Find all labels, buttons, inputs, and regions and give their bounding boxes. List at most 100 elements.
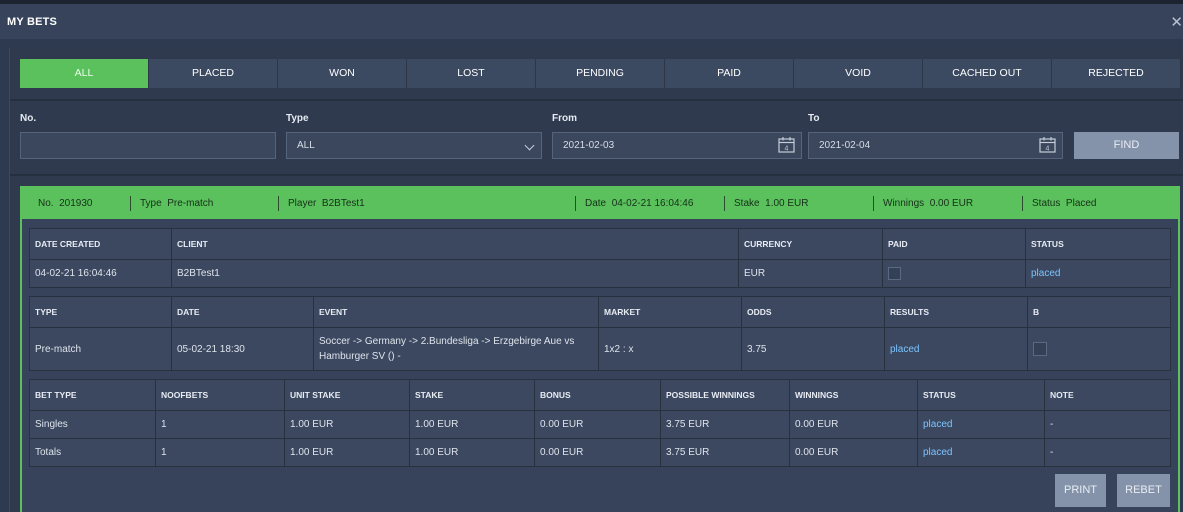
b-cell <box>1027 327 1171 371</box>
status-link[interactable]: placed <box>923 447 952 458</box>
column-header: STAKE <box>409 379 535 411</box>
bet-type-cell: Totals <box>29 438 156 467</box>
column-header: EVENT <box>313 296 599 328</box>
tab-won[interactable]: WON <box>278 59 407 88</box>
paid-cell <box>882 259 1026 288</box>
tab-all[interactable]: ALL <box>20 59 149 88</box>
status-cell: placed <box>917 438 1045 467</box>
unit-stake-cell: 1.00 EUR <box>284 438 410 467</box>
column-header: RESULTS <box>884 296 1028 328</box>
column-header: MARKET <box>598 296 742 328</box>
print-button[interactable]: PRINT <box>1055 474 1106 507</box>
separator <box>1022 196 1023 211</box>
bet-status: Status Placed <box>1032 198 1097 209</box>
table-row: Singles 1 1.00 EUR 1.00 EUR 0.00 EUR 3.7… <box>29 410 1171 439</box>
status-tabs: ALL PLACED WON LOST PENDING PAID VOID CA… <box>20 59 1181 88</box>
from-date-input[interactable]: 2021-02-03 4 <box>552 132 802 159</box>
winnings-cell: 0.00 EUR <box>789 438 918 467</box>
stake-cell: 1.00 EUR <box>409 410 535 439</box>
summary-table: DATE CREATED CLIENT CURRENCY PAID STATUS… <box>29 228 1171 288</box>
events-table: TYPE DATE EVENT MARKET ODDS RESULTS B Pr… <box>29 296 1171 371</box>
tab-pending[interactable]: PENDING <box>536 59 665 88</box>
bet-type: Type Pre-match <box>140 198 214 209</box>
column-header: DATE <box>171 296 314 328</box>
bet-types-table: BET TYPE NOOFBETS UNIT STAKE STAKE BONUS… <box>29 379 1171 467</box>
possible-winnings-cell: 3.75 EUR <box>660 410 790 439</box>
to-date-input[interactable]: 2021-02-04 4 <box>808 132 1063 159</box>
client-cell: B2BTest1 <box>171 259 739 288</box>
column-header: POSSIBLE WINNINGS <box>660 379 790 411</box>
bet-date: Date 04-02-21 16:04:46 <box>585 198 694 209</box>
noofbets-cell: 1 <box>155 410 285 439</box>
status-link[interactable]: placed <box>1031 268 1060 279</box>
results-cell: placed <box>884 327 1028 371</box>
find-button[interactable]: FIND <box>1074 132 1179 159</box>
column-header: WINNINGS <box>789 379 918 411</box>
bonus-cell: 0.00 EUR <box>534 410 661 439</box>
bet-header[interactable]: No. 201930 Type Pre-match Player B2BTest… <box>22 188 1178 219</box>
winnings-cell: 0.00 EUR <box>789 410 918 439</box>
window-title: MY BETS <box>7 16 58 28</box>
column-header: NOTE <box>1044 379 1171 411</box>
note-cell: - <box>1044 410 1171 439</box>
market-cell: 1x2 : x <box>598 327 742 371</box>
tab-cached-out[interactable]: CACHED OUT <box>923 59 1052 88</box>
results-link[interactable]: placed <box>890 344 919 355</box>
date-created-cell: 04-02-21 16:04:46 <box>29 259 172 288</box>
bet-player: Player B2BTest1 <box>288 198 365 209</box>
column-header: UNIT STAKE <box>284 379 410 411</box>
type-label: Type <box>286 113 309 124</box>
bet-winnings: Winnings 0.00 EUR <box>883 198 974 209</box>
from-date-value: 2021-02-03 <box>563 140 615 151</box>
divider <box>10 99 1183 101</box>
event-line: Hamburger SV () - <box>319 351 401 362</box>
event-cell: Soccer -> Germany -> 2.Bundesliga -> Erz… <box>313 327 599 371</box>
bet-number-input[interactable] <box>20 132 276 159</box>
tab-paid[interactable]: PAID <box>665 59 794 88</box>
column-header: NOOFBETS <box>155 379 285 411</box>
column-header: TYPE <box>29 296 172 328</box>
table-row: Totals 1 1.00 EUR 1.00 EUR 0.00 EUR 3.75… <box>29 438 1171 467</box>
paid-checkbox[interactable] <box>888 267 901 280</box>
rebet-button[interactable]: REBET <box>1117 474 1170 507</box>
calendar-icon[interactable]: 4 <box>778 136 795 153</box>
bet-type-cell: Singles <box>29 410 156 439</box>
status-cell: placed <box>917 410 1045 439</box>
type-select[interactable]: ALL <box>286 132 542 159</box>
status-cell: placed <box>1025 259 1171 288</box>
tab-lost[interactable]: LOST <box>407 59 536 88</box>
stake-cell: 1.00 EUR <box>409 438 535 467</box>
possible-winnings-cell: 3.75 EUR <box>660 438 790 467</box>
column-header: B <box>1027 296 1171 328</box>
column-header: STATUS <box>1025 228 1171 260</box>
bonus-cell: 0.00 EUR <box>534 438 661 467</box>
to-date-value: 2021-02-04 <box>819 140 871 151</box>
column-header: ODDS <box>741 296 885 328</box>
calendar-icon[interactable]: 4 <box>1039 136 1056 153</box>
status-link[interactable]: placed <box>923 419 952 430</box>
chevron-down-icon <box>524 140 535 151</box>
tab-placed[interactable]: PLACED <box>149 59 278 88</box>
column-header: PAID <box>882 228 1026 260</box>
column-header: CURRENCY <box>738 228 883 260</box>
tab-rejected[interactable]: REJECTED <box>1052 59 1181 88</box>
event-line: Soccer -> Germany -> 2.Bundesliga -> Erz… <box>319 336 575 347</box>
from-label: From <box>552 113 577 124</box>
odds-cell: 3.75 <box>741 327 885 371</box>
column-header: BET TYPE <box>29 379 156 411</box>
separator <box>130 196 131 211</box>
separator <box>278 196 279 211</box>
my-bets-panel: ALL PLACED WON LOST PENDING PAID VOID CA… <box>9 48 1183 512</box>
window-titlebar: MY BETS ✕ <box>0 0 1183 39</box>
bet-no: No. 201930 <box>38 198 93 209</box>
note-cell: - <box>1044 438 1171 467</box>
no-label: No. <box>20 113 37 124</box>
close-icon[interactable]: ✕ <box>1170 13 1183 31</box>
bet-card: No. 201930 Type Pre-match Player B2BTest… <box>20 186 1180 512</box>
event-date-cell: 05-02-21 18:30 <box>171 327 314 371</box>
divider <box>10 174 1183 176</box>
bet-stake: Stake 1.00 EUR <box>734 198 809 209</box>
b-checkbox[interactable] <box>1033 342 1047 356</box>
tab-void[interactable]: VOID <box>794 59 923 88</box>
to-label: To <box>808 113 820 124</box>
